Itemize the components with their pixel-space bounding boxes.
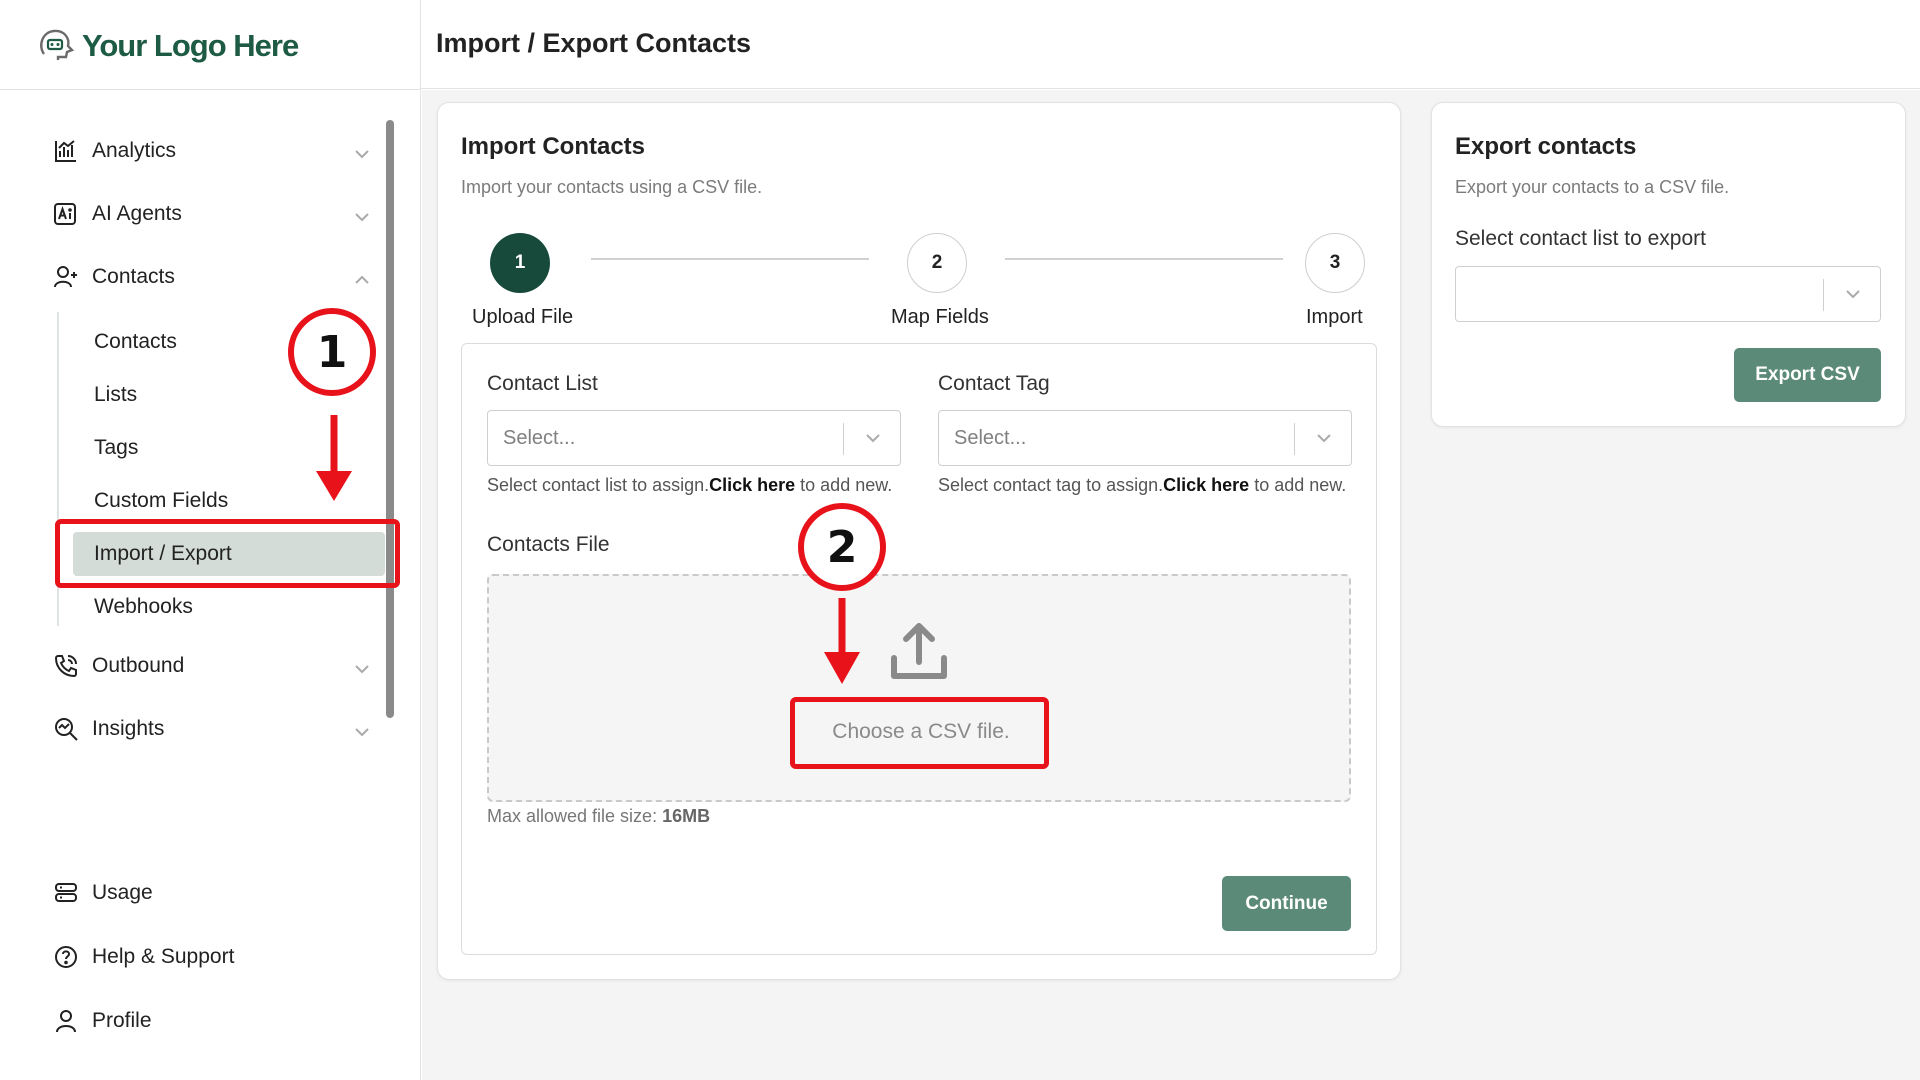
annotation-step-2: 2 xyxy=(798,503,886,591)
select-separator xyxy=(1823,279,1824,311)
ai-agents-icon xyxy=(52,200,80,228)
sidebar-item-analytics[interactable]: Analytics xyxy=(52,131,370,171)
step-connector xyxy=(1005,258,1283,260)
annotation-highlight-choose-csv xyxy=(790,697,1049,769)
sidebar-item-label: Contacts xyxy=(92,265,175,288)
logo-icon xyxy=(36,24,76,69)
help-text: to add new. xyxy=(795,475,893,495)
sidebar-item-profile[interactable]: Profile xyxy=(52,1001,370,1041)
contact-list-add-link[interactable]: Click here xyxy=(709,475,795,495)
step-2-label: Map Fields xyxy=(891,306,989,328)
export-select-label: Select contact list to export xyxy=(1455,227,1706,250)
logo-text: Your Logo Here xyxy=(82,28,299,63)
note-text: Max allowed file size: xyxy=(487,806,663,826)
export-card-subtitle: Export your contacts to a CSV file. xyxy=(1455,177,1730,197)
step-2-circle: 2 xyxy=(907,233,967,293)
chevron-down-icon xyxy=(354,656,370,680)
sidebar-item-label: Profile xyxy=(92,1009,152,1032)
chevron-up-icon xyxy=(354,267,370,291)
chevron-down-icon xyxy=(1315,429,1333,452)
contacts-file-label: Contacts File xyxy=(487,533,610,556)
import-card-subtitle: Import your contacts using a CSV file. xyxy=(461,177,763,197)
note-value: 16MB xyxy=(662,806,711,826)
max-file-size-note: Max allowed file size: 16MB xyxy=(487,806,710,827)
analytics-icon xyxy=(52,137,80,165)
select-separator xyxy=(1294,423,1295,455)
help-icon xyxy=(52,943,80,971)
step-3-circle: 3 xyxy=(1305,233,1365,293)
annotation-step-1: 1 xyxy=(288,308,376,396)
sidebar-scrollbar[interactable] xyxy=(386,120,394,718)
contact-tag-select[interactable]: Select... xyxy=(938,410,1352,466)
sidebar-divider xyxy=(0,89,421,90)
sidebar-item-label: AI Agents xyxy=(92,202,182,225)
export-card-title: Export contacts xyxy=(1455,133,1637,160)
contacts-icon xyxy=(52,263,80,291)
export-contact-list-select[interactable] xyxy=(1455,266,1881,322)
help-text: to add new. xyxy=(1249,475,1347,495)
import-card-title: Import Contacts xyxy=(461,133,646,160)
help-text: Select contact tag to assign. xyxy=(938,475,1164,495)
contact-list-label: Contact List xyxy=(487,372,598,395)
chevron-down-icon xyxy=(864,429,882,452)
sidebar-item-contacts[interactable]: Contacts xyxy=(52,257,370,297)
export-csv-button[interactable]: Export CSV xyxy=(1734,348,1881,402)
contact-list-help: Select contact list to assign.Click here… xyxy=(487,475,892,496)
contact-tag-placeholder: Select... xyxy=(954,427,1027,449)
sidebar-item-ai-agents[interactable]: AI Agents xyxy=(52,194,370,234)
step-3-label: Import xyxy=(1306,306,1363,328)
profile-icon xyxy=(52,1007,80,1035)
contact-list-placeholder: Select... xyxy=(503,427,576,449)
page-header: Import / Export Contacts xyxy=(421,0,1920,89)
sidebar-item-help-support[interactable]: Help & Support xyxy=(52,937,370,977)
logo[interactable]: Your Logo Here xyxy=(36,24,299,69)
page-title: Import / Export Contacts xyxy=(436,28,752,58)
continue-button[interactable]: Continue xyxy=(1222,876,1351,931)
sidebar-item-label: Usage xyxy=(92,881,153,904)
sidebar-item-label: Analytics xyxy=(92,139,177,162)
sidebar-item-label: Insights xyxy=(92,717,165,740)
sidebar-item-usage[interactable]: Usage xyxy=(52,873,370,913)
sidebar-item-label: Help & Support xyxy=(92,945,235,968)
contact-tag-label: Contact Tag xyxy=(938,372,1050,395)
step-1-circle: 1 xyxy=(490,233,550,293)
annotation-arrow-down-icon xyxy=(818,596,866,691)
annotation-highlight-import-export xyxy=(55,519,400,588)
sidebar-item-insights[interactable]: Insights xyxy=(52,709,370,749)
chevron-down-icon xyxy=(354,719,370,743)
annotation-arrow-down-icon xyxy=(310,413,358,508)
usage-icon xyxy=(52,879,80,907)
step-connector xyxy=(591,258,869,260)
select-separator xyxy=(843,423,844,455)
contact-tag-help: Select contact tag to assign.Click here … xyxy=(938,475,1346,496)
sidebar-item-label: Outbound xyxy=(92,654,185,677)
upload-icon xyxy=(888,620,950,687)
phone-icon xyxy=(52,652,80,680)
sidebar-item-outbound[interactable]: Outbound xyxy=(52,646,370,686)
insights-icon xyxy=(52,715,80,743)
contact-tag-add-link[interactable]: Click here xyxy=(1163,475,1249,495)
chevron-down-icon xyxy=(354,141,370,165)
step-1-label: Upload File xyxy=(472,306,574,328)
help-text: Select contact list to assign. xyxy=(487,475,710,495)
sidebar-subitem-webhooks[interactable]: Webhooks xyxy=(73,585,385,629)
chevron-down-icon xyxy=(354,204,370,228)
chevron-down-icon xyxy=(1844,285,1862,308)
contact-list-select[interactable]: Select... xyxy=(487,410,901,466)
